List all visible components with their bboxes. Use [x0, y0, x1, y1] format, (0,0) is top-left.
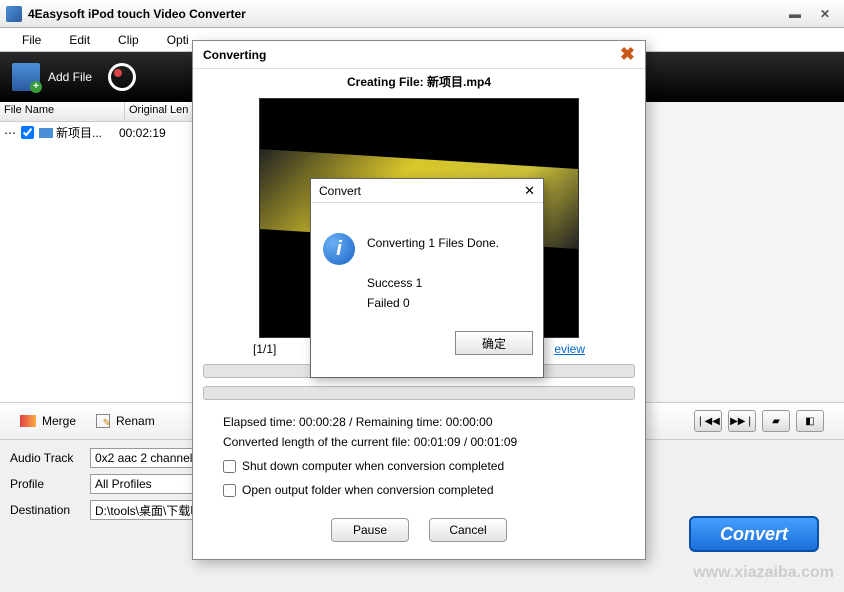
app-title: 4Easysoft iPod touch Video Converter: [28, 7, 778, 21]
creating-file-label: Creating File: 新项目.mp4: [193, 69, 645, 94]
add-file-label: Add File: [48, 70, 92, 84]
effects-button[interactable]: [108, 63, 136, 91]
file-row[interactable]: ⋯ 新项目... 00:02:19: [0, 122, 199, 143]
alert-footer: 确定: [311, 323, 543, 363]
playback-controls: ❘◀◀ ▶▶❘ ▰ ◧: [694, 410, 824, 432]
prev-button[interactable]: ❘◀◀: [694, 410, 722, 432]
elapsed-time-text: Elapsed time: 00:00:28 / Remaining time:…: [223, 412, 615, 432]
col-filename[interactable]: File Name: [0, 102, 125, 121]
add-file-button[interactable]: Add File: [12, 63, 92, 91]
alert-title: Convert: [319, 184, 361, 198]
file-checkbox[interactable]: [21, 126, 34, 139]
menu-file[interactable]: File: [8, 29, 55, 51]
openfolder-checkbox-row[interactable]: Open output folder when conversion compl…: [223, 480, 615, 500]
alert-close-icon[interactable]: ✕: [524, 183, 535, 199]
creating-filename: 新项目.mp4: [427, 75, 491, 89]
file-length: 00:02:19: [119, 126, 166, 140]
creating-prefix: Creating File:: [347, 75, 427, 89]
snapshot-button[interactable]: ▰: [762, 410, 790, 432]
next-button[interactable]: ▶▶❘: [728, 410, 756, 432]
conversion-stats: Elapsed time: 00:00:28 / Remaining time:…: [193, 404, 645, 508]
alert-body: i Converting 1 Files Done. Success 1 Fai…: [311, 203, 543, 323]
alert-text: Converting 1 Files Done. Success 1 Faile…: [367, 233, 499, 313]
total-progress-bar: [203, 386, 635, 400]
alert-line2: Success 1: [367, 273, 499, 293]
site-watermark: www.xiazaiba.com: [693, 564, 834, 582]
title-bar: 4Easysoft iPod touch Video Converter ▬ ✕: [0, 0, 844, 28]
info-icon: i: [323, 233, 355, 265]
shutdown-checkbox-row[interactable]: Shut down computer when conversion compl…: [223, 456, 615, 476]
alert-ok-button[interactable]: 确定: [455, 331, 533, 355]
convert-button[interactable]: Convert: [689, 516, 819, 552]
alert-line1: Converting 1 Files Done.: [367, 233, 499, 253]
shutdown-label: Shut down computer when conversion compl…: [242, 456, 504, 476]
rename-button[interactable]: Renam: [96, 414, 155, 428]
dialog-titlebar: Converting ✖: [193, 41, 645, 69]
profile-label: Profile: [10, 477, 82, 491]
video-file-icon: [39, 128, 53, 138]
palette-icon: [108, 63, 136, 91]
alert-line3: Failed 0: [367, 293, 499, 313]
shutdown-checkbox[interactable]: [223, 460, 236, 473]
dialog-close-icon[interactable]: ✖: [620, 44, 635, 65]
rename-icon: [96, 414, 110, 428]
minimize-button[interactable]: ▬: [782, 7, 808, 21]
alert-dialog: Convert ✕ i Converting 1 Files Done. Suc…: [310, 178, 544, 378]
merge-icon: [20, 415, 36, 427]
file-list-header: File Name Original Len: [0, 102, 199, 122]
capture-button[interactable]: ◧: [796, 410, 824, 432]
dialog-title: Converting: [203, 48, 266, 62]
tree-dots: ⋯: [4, 126, 16, 140]
file-name: 新项目...: [56, 124, 116, 141]
openfolder-label: Open output folder when conversion compl…: [242, 480, 494, 500]
openfolder-checkbox[interactable]: [223, 484, 236, 497]
file-list: File Name Original Len ⋯ 新项目... 00:02:19: [0, 102, 200, 402]
cancel-button[interactable]: Cancel: [429, 518, 507, 542]
merge-button[interactable]: Merge: [20, 414, 76, 428]
add-file-icon: [12, 63, 40, 91]
preview-link[interactable]: eview: [554, 342, 585, 356]
alert-header: Convert ✕: [311, 179, 543, 203]
col-length[interactable]: Original Len: [125, 102, 199, 121]
pause-button[interactable]: Pause: [331, 518, 409, 542]
audio-track-label: Audio Track: [10, 451, 82, 465]
converted-length-text: Converted length of the current file: 00…: [223, 432, 615, 452]
destination-label: Destination: [10, 503, 82, 517]
merge-label: Merge: [42, 414, 76, 428]
menu-edit[interactable]: Edit: [55, 29, 104, 51]
dialog-buttons: Pause Cancel: [193, 508, 645, 552]
progress-counter: [1/1]: [253, 342, 276, 356]
menu-clip[interactable]: Clip: [104, 29, 153, 51]
app-icon: [6, 6, 22, 22]
rename-label: Renam: [116, 414, 155, 428]
close-button[interactable]: ✕: [812, 7, 838, 21]
